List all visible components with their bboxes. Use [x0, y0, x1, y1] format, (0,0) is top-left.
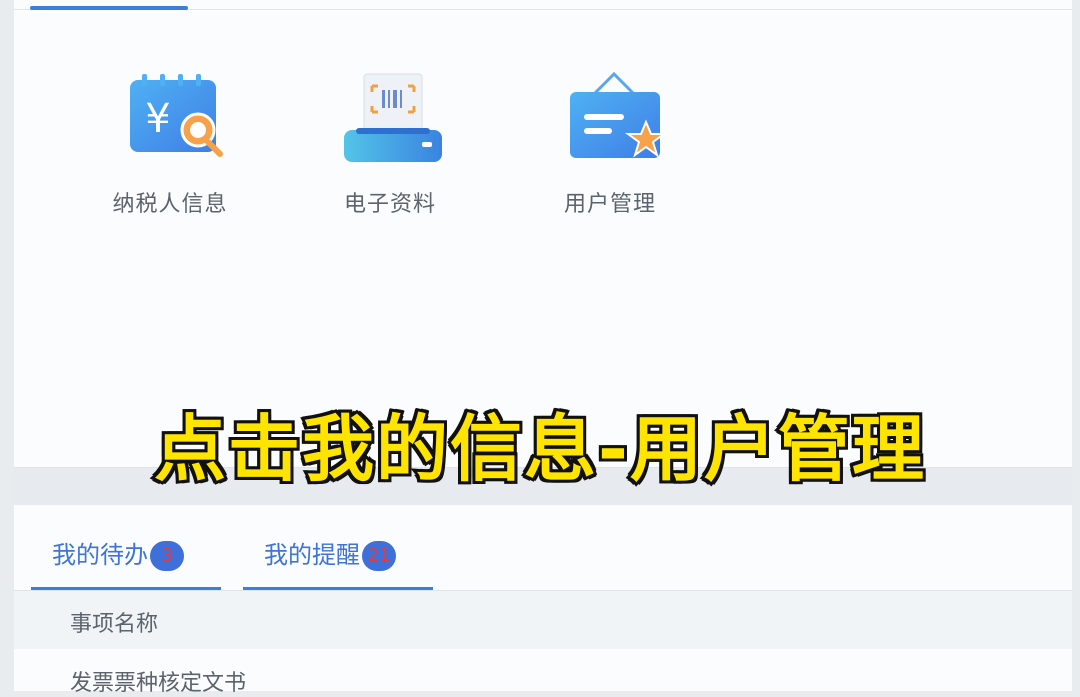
tab-my-todos[interactable]: 我的待办 3 — [52, 535, 184, 571]
app-label: 纳税人信息 — [112, 192, 228, 217]
todo-count-badge: 3 — [150, 541, 184, 571]
svg-text:¥: ¥ — [145, 96, 170, 142]
table-header: 事项名称 — [14, 591, 1072, 649]
video-caption: 点击我的信息-用户管理 — [151, 404, 927, 494]
app-label: 用户管理 — [563, 192, 656, 217]
app-label: 电子资料 — [343, 192, 436, 217]
tab-my-reminders[interactable]: 我的提醒 21 — [264, 535, 396, 571]
app-electronic-documents[interactable]: 电子资料 — [295, 70, 485, 217]
user-management-icon — [515, 70, 705, 180]
taxpayer-info-icon: ¥ — [75, 70, 265, 180]
electronic-documents-icon — [295, 70, 485, 180]
app-user-management[interactable]: 用户管理 — [515, 70, 705, 217]
tab-label: 我的提醒 — [264, 541, 360, 569]
table-row[interactable]: 发票票种核定文书 — [14, 651, 1072, 696]
tab-label: 我的待办 — [52, 541, 148, 569]
top-tab-indicator — [30, 6, 188, 10]
column-header-item-name: 事项名称 — [70, 612, 159, 637]
todo-section: 我的待办 3 我的提醒 21 事项名称 发票票种核定文书 — [14, 505, 1072, 696]
table-cell-item-name: 发票票种核定文书 — [70, 671, 247, 696]
app-taxpayer-info[interactable]: ¥ 纳税人信息 — [75, 70, 265, 217]
reminder-count-badge: 21 — [362, 541, 396, 571]
